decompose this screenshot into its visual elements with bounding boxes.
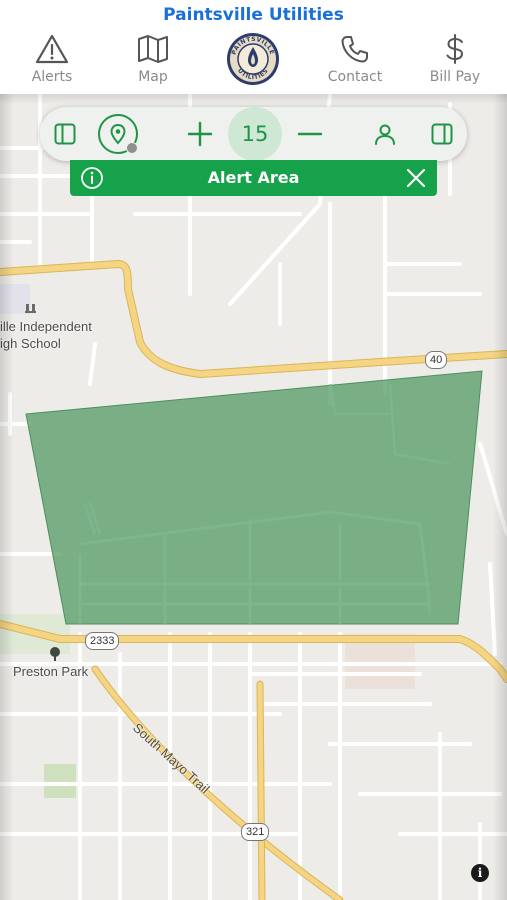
alert-area-polygon: [25, 370, 483, 625]
user-icon: [375, 124, 395, 145]
my-location-button[interactable]: [96, 107, 140, 161]
dollar-icon: [446, 34, 464, 64]
field-area: [44, 764, 76, 798]
nav-alerts-label: Alerts: [31, 69, 73, 85]
location-button-ring: [98, 114, 138, 154]
close-icon: [406, 168, 426, 188]
map-shadow-top: [0, 94, 507, 104]
map-icon: [138, 35, 168, 63]
nav-map-label: Map: [138, 69, 168, 85]
app-header: Paintsville Utilities Alerts Map Contact: [0, 0, 507, 94]
sidebar-left-icon: [54, 123, 76, 145]
nav-alerts[interactable]: Alerts: [7, 34, 97, 85]
route-shield-2333: 2333: [85, 632, 120, 650]
nav-contact[interactable]: Contact: [310, 34, 400, 85]
zoom-in-button[interactable]: [185, 107, 215, 161]
school-icon: [25, 304, 36, 313]
app-title: Paintsville Utilities: [163, 5, 344, 25]
map-attribution-info-button[interactable]: i: [471, 864, 489, 882]
zoom-out-button[interactable]: [295, 107, 325, 161]
nav-bill-pay[interactable]: Bill Pay: [410, 34, 500, 85]
map-shadow-right: [493, 94, 507, 900]
alert-title: Alert Area: [207, 168, 300, 187]
route-shield-40: 40: [425, 351, 448, 369]
sidebar-right-icon: [431, 123, 453, 145]
map-shadow-left: [0, 94, 14, 900]
nav-contact-label: Contact: [327, 69, 383, 85]
account-button[interactable]: [370, 107, 400, 161]
zoom-in-icon: [187, 121, 213, 147]
alert-triangle-icon: [35, 34, 69, 64]
alert-close-button[interactable]: [405, 167, 427, 194]
park-tree-icon: [50, 647, 60, 661]
phone-icon: [341, 36, 368, 63]
zoom-level-indicator: 15: [228, 107, 282, 161]
map-toolbar: 15: [40, 107, 467, 161]
zoom-out-icon: [297, 132, 323, 136]
location-status-dot: [126, 142, 138, 154]
toggle-right-panel-button[interactable]: [427, 107, 457, 161]
map-base[interactable]: [0, 94, 507, 900]
nav-bill-pay-label: Bill Pay: [429, 69, 481, 85]
park-label: Preston Park: [13, 664, 89, 679]
city-seal-logo[interactable]: PAINTSVILLE UTILITIES: [226, 32, 280, 86]
location-pin-icon: [110, 123, 126, 145]
nav-map[interactable]: Map: [108, 34, 198, 85]
toggle-left-panel-button[interactable]: [50, 107, 80, 161]
route-shield-321: 321: [241, 823, 270, 841]
alert-area-banner: Alert Area: [70, 160, 437, 196]
map-view[interactable]: ille Independent igh School Preston Park…: [0, 94, 507, 900]
